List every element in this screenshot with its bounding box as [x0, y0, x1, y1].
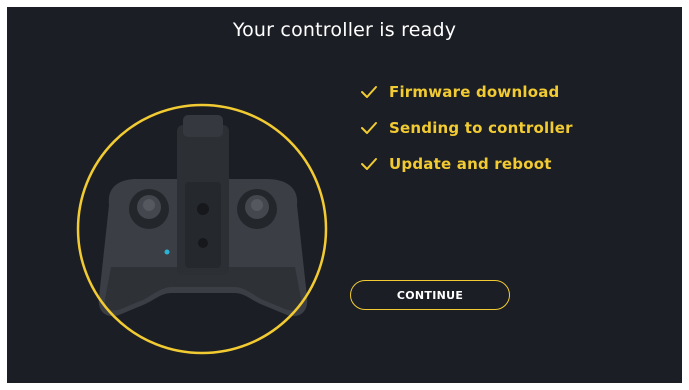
controller-ready-screen: Your controller is ready Firmware downlo… — [7, 7, 682, 383]
phone-clamp-face — [185, 182, 221, 268]
right-joystick-cap — [251, 199, 263, 211]
checklist-item-label: Update and reboot — [389, 155, 552, 173]
controller-icon — [76, 103, 328, 355]
left-joystick-cap — [143, 199, 155, 211]
page-title: Your controller is ready — [232, 19, 457, 41]
clamp-button-top — [197, 203, 209, 215]
clamp-button-bottom — [198, 238, 208, 248]
checklist-item-label: Sending to controller — [389, 119, 573, 137]
status-led — [164, 249, 170, 255]
check-icon — [361, 158, 377, 170]
checklist-item-label: Firmware download — [389, 83, 560, 101]
check-icon — [361, 86, 377, 98]
continue-button[interactable]: CONTINUE — [350, 280, 510, 310]
update-checklist: Firmware download Sending to controller … — [359, 80, 573, 188]
phone-clamp-top — [183, 115, 223, 137]
checklist-item-sending-to-controller: Sending to controller — [359, 116, 573, 140]
checklist-item-update-and-reboot: Update and reboot — [359, 152, 573, 176]
checklist-item-firmware-download: Firmware download — [359, 80, 573, 104]
check-icon — [361, 122, 377, 134]
